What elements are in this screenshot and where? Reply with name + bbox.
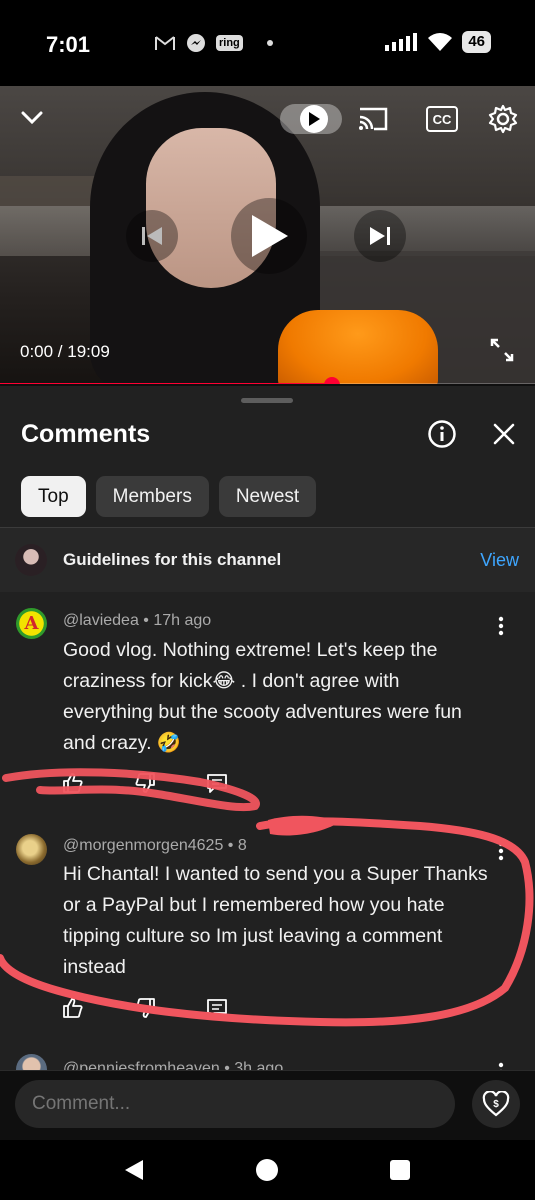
clock: 7:01	[46, 32, 91, 57]
settings-gear-icon[interactable]	[486, 102, 520, 136]
video-progress-fill	[0, 383, 332, 384]
play-icon[interactable]	[231, 198, 307, 274]
battery-indicator: 46	[462, 31, 491, 53]
dislike-icon[interactable]	[132, 770, 158, 796]
comment-author[interactable]: @laviedea • 17h ago	[63, 612, 211, 630]
commenter-avatar[interactable]: A	[16, 608, 47, 639]
video-scrubber-handle[interactable]	[323, 377, 340, 384]
channel-avatar	[15, 544, 47, 576]
more-vert-icon[interactable]	[491, 612, 511, 640]
comment-item: @morgenmorgen4625 • 8 Hi Chantal! I want…	[0, 830, 535, 1030]
previous-video-icon[interactable]	[126, 210, 178, 262]
next-video-icon[interactable]	[354, 210, 406, 262]
captions-cc-icon[interactable]: CC	[426, 106, 458, 132]
system-navigation-bar	[0, 1140, 535, 1200]
chip-members[interactable]: Members	[95, 476, 209, 517]
sort-chips: Top Members Newest	[21, 476, 317, 517]
notification-icons: ring	[100, 33, 273, 53]
like-icon[interactable]	[60, 995, 86, 1021]
chip-newest[interactable]: Newest	[218, 476, 317, 517]
system-icons: 46	[384, 31, 491, 53]
svg-text:$: $	[493, 1099, 499, 1110]
comment-text: Good vlog. Nothing extreme! Let's keep t…	[63, 639, 462, 754]
super-thanks-button[interactable]: $	[472, 1080, 520, 1128]
comment-input[interactable]	[15, 1080, 455, 1128]
channel-guidelines-row[interactable]: Guidelines for this channel View	[0, 528, 535, 592]
guidelines-view-link[interactable]: View	[480, 550, 519, 571]
commenter-avatar[interactable]	[16, 1054, 47, 1070]
status-bar: 7:01 ring 46	[0, 0, 535, 86]
comment-actions	[60, 770, 230, 796]
comment-actions	[60, 995, 230, 1021]
cast-icon[interactable]	[356, 104, 390, 134]
comment-author[interactable]: @morgenmorgen4625 • 8	[63, 837, 247, 855]
wifi-icon	[428, 33, 453, 51]
autoplay-play-icon	[300, 105, 328, 133]
more-vert-icon[interactable]	[491, 1058, 511, 1070]
minimize-chevron-icon[interactable]	[18, 104, 46, 132]
messenger-icon	[187, 34, 205, 52]
guidelines-text: Guidelines for this channel	[63, 550, 282, 569]
signal-icon	[385, 33, 418, 51]
chip-top[interactable]: Top	[21, 476, 86, 517]
video-time-display: 0:00 / 19:09	[20, 342, 110, 361]
drag-handle[interactable]	[241, 398, 293, 403]
dislike-icon[interactable]	[132, 995, 158, 1021]
recents-icon[interactable]	[386, 1156, 414, 1184]
gmail-icon	[155, 36, 175, 50]
comment-item: @penniesfromheaven • 3h ago	[0, 1050, 535, 1070]
info-icon[interactable]	[422, 414, 462, 454]
ring-app-icon: ring	[216, 35, 243, 51]
autoplay-toggle[interactable]	[280, 104, 342, 134]
comment-text: Hi Chantal! I wanted to send you a Super…	[63, 863, 488, 978]
close-icon[interactable]	[484, 414, 524, 454]
back-icon[interactable]	[120, 1156, 148, 1184]
comment-author[interactable]: @penniesfromheaven • 3h ago	[63, 1060, 283, 1070]
panel-title: Comments	[21, 420, 151, 448]
comment-item: A @laviedea • 17h ago Good vlog. Nothing…	[0, 604, 535, 804]
commenter-avatar[interactable]	[16, 834, 47, 865]
like-icon[interactable]	[60, 770, 86, 796]
reply-icon[interactable]	[204, 995, 230, 1021]
comments-panel: Comments Top Members Newest Guidelines f…	[0, 386, 535, 1070]
video-player[interactable]: CC 0:00 / 19:09	[0, 86, 535, 384]
more-vert-icon[interactable]	[491, 837, 511, 865]
home-icon[interactable]	[253, 1156, 281, 1184]
video-frame-jar	[278, 310, 438, 384]
reply-icon[interactable]	[204, 770, 230, 796]
comment-composer: $	[0, 1070, 535, 1140]
super-thanks-heart-icon: $	[482, 1091, 510, 1117]
fullscreen-icon[interactable]	[486, 334, 518, 366]
video-progress-bar[interactable]	[0, 377, 535, 384]
more-notifications-dot	[266, 40, 273, 46]
